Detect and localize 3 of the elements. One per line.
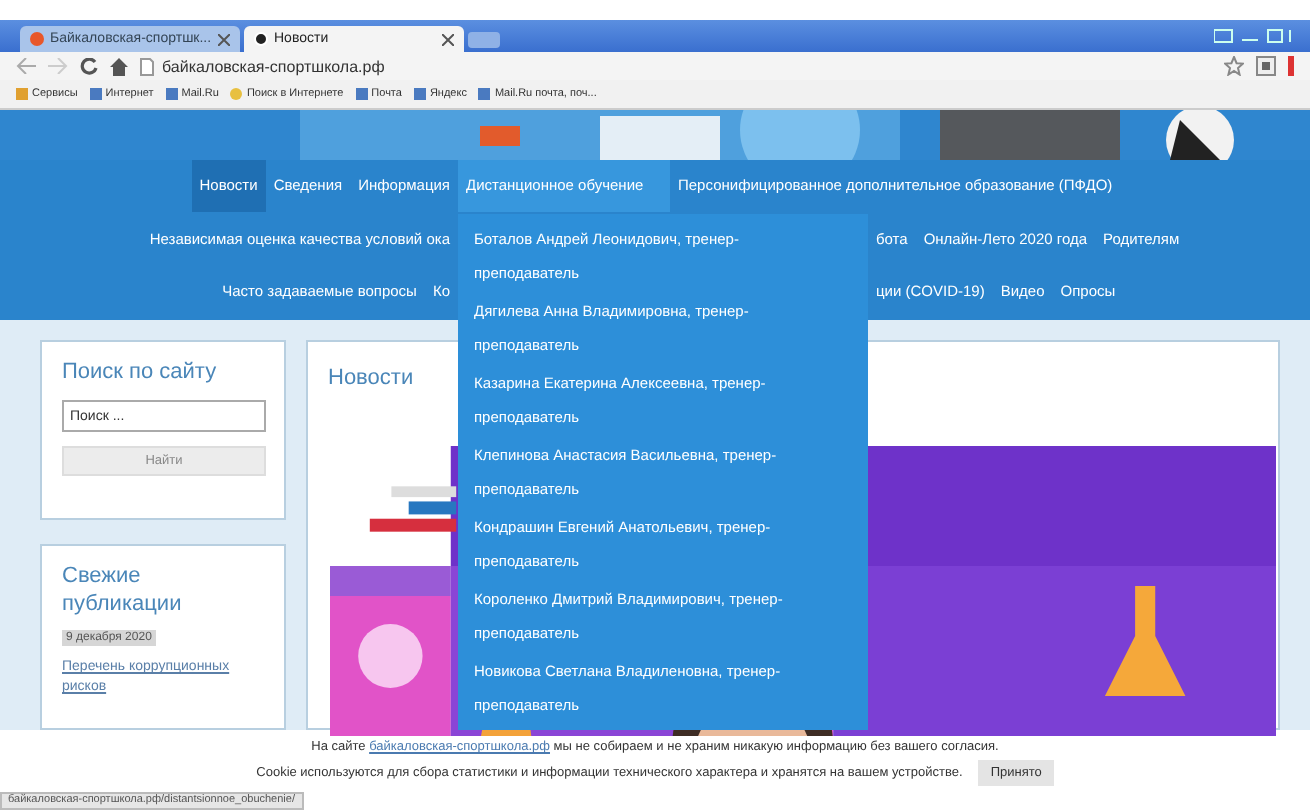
card-title: Свежие публикации <box>62 562 184 618</box>
section-title: Новости <box>328 364 414 392</box>
card-title: Поиск по сайту <box>62 358 219 386</box>
